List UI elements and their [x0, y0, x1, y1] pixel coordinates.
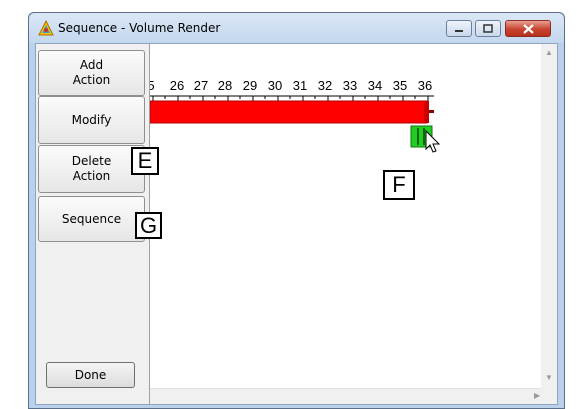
minimize-icon — [454, 25, 464, 33]
delete-action-button[interactable]: Delete Action — [38, 145, 145, 193]
vertical-scrollbar[interactable]: ▲ ▼ — [541, 44, 557, 388]
action-sidebar: Add Action Modify Delete Action Sequence… — [36, 44, 150, 404]
done-button[interactable]: Done — [46, 362, 135, 388]
delete-action-label: Delete Action — [71, 154, 112, 183]
add-action-label: Add Action — [72, 58, 111, 87]
minimize-button[interactable] — [446, 20, 472, 37]
ruler-ticks — [150, 95, 434, 101]
timeline-canvas[interactable]: 5 26 27 28 29 30 31 32 33 34 35 36 — [150, 44, 541, 388]
horizontal-scrollbar[interactable]: ▶ — [150, 388, 541, 404]
app-icon — [37, 19, 55, 37]
sequence-button[interactable]: Sequence — [38, 196, 145, 242]
close-button[interactable] — [505, 20, 551, 37]
maximize-icon — [483, 24, 493, 33]
scroll-corner — [541, 388, 557, 404]
modify-label: Modify — [71, 112, 112, 127]
scroll-down-icon[interactable]: ▼ — [545, 374, 553, 382]
action-bar[interactable] — [150, 100, 434, 124]
modify-button[interactable]: Modify — [38, 96, 145, 144]
add-action-button[interactable]: Add Action — [38, 50, 145, 96]
title-bar[interactable]: Sequence - Volume Render — [29, 13, 564, 43]
callout-f: F — [383, 170, 415, 200]
callout-e: E — [131, 147, 159, 175]
close-icon — [522, 23, 534, 34]
scroll-up-icon[interactable]: ▲ — [545, 49, 553, 57]
scroll-right-icon[interactable]: ▶ — [534, 392, 540, 400]
window-title: Sequence - Volume Render — [58, 21, 221, 35]
client-area: Add Action Modify Delete Action Sequence… — [35, 43, 558, 405]
sequence-window: Sequence - Volume Render Add Action Modi… — [28, 12, 565, 409]
maximize-button[interactable] — [475, 20, 501, 37]
callout-g: G — [135, 212, 162, 239]
done-label: Done — [74, 368, 107, 382]
sequence-label: Sequence — [61, 211, 122, 226]
timeline-ruler — [150, 95, 441, 153]
